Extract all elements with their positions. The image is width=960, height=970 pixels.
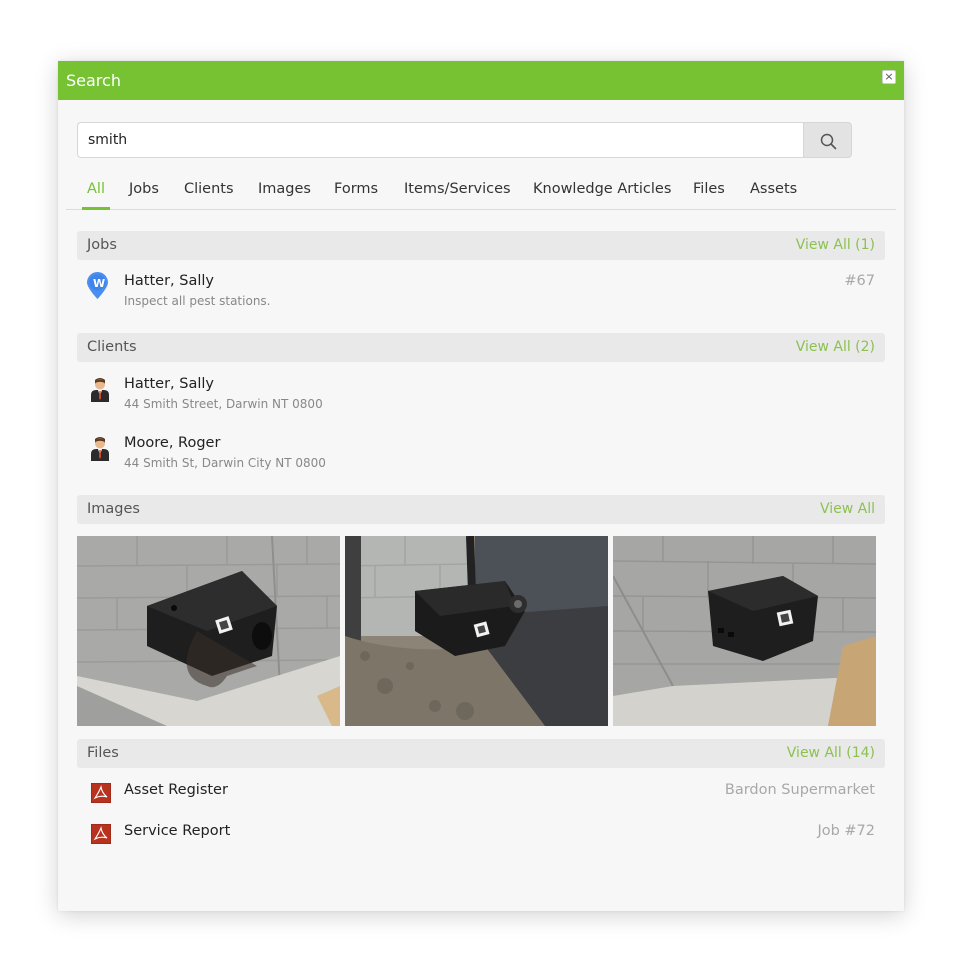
- job-client-name: Hatter, Sally: [124, 273, 214, 289]
- client-result-row[interactable]: Hatter, Sally 44 Smith Street, Darwin NT…: [77, 376, 885, 412]
- tab-jobs[interactable]: Jobs: [129, 181, 159, 197]
- images-section-title: Images: [87, 501, 140, 517]
- image-thumbnail[interactable]: [77, 536, 340, 726]
- pdf-icon: [91, 783, 111, 803]
- pdf-icon: [91, 824, 111, 844]
- file-result-row[interactable]: Service Report Job #72: [77, 823, 885, 845]
- search-dialog: Search × All Jobs Clients Images Forms I…: [58, 61, 904, 911]
- jobs-section-title: Jobs: [87, 237, 117, 253]
- tab-images[interactable]: Images: [258, 181, 311, 197]
- files-view-all-link[interactable]: View All (14): [787, 745, 875, 761]
- client-name: Hatter, Sally: [124, 376, 214, 392]
- tab-files[interactable]: Files: [693, 181, 725, 197]
- result-tabs: All Jobs Clients Images Forms Items/Serv…: [66, 176, 896, 210]
- images-view-all-link[interactable]: View All: [820, 501, 875, 517]
- client-result-row[interactable]: Moore, Roger 44 Smith St, Darwin City NT…: [77, 435, 885, 471]
- search-input[interactable]: [77, 122, 804, 158]
- tab-items-services[interactable]: Items/Services: [404, 181, 511, 197]
- clients-view-all-link[interactable]: View All (2): [796, 339, 875, 355]
- search-button[interactable]: [803, 122, 852, 158]
- bait-station-photo: [613, 536, 876, 726]
- client-address: 44 Smith Street, Darwin NT 0800: [124, 397, 323, 411]
- close-button[interactable]: ×: [882, 70, 896, 84]
- job-number: #67: [844, 273, 875, 289]
- image-thumbnail[interactable]: [613, 536, 876, 726]
- client-address: 44 Smith St, Darwin City NT 0800: [124, 456, 326, 470]
- files-section-header: Files View All (14): [77, 739, 885, 768]
- images-section-header: Images View All: [77, 495, 885, 524]
- file-context: Bardon Supermarket: [724, 782, 875, 798]
- dialog-title: Search: [66, 71, 121, 90]
- file-context: Job #72: [817, 823, 875, 839]
- person-icon: [91, 437, 109, 461]
- tab-knowledge-articles[interactable]: Knowledge Articles: [533, 181, 671, 197]
- clients-section-title: Clients: [87, 339, 137, 355]
- image-thumbnail[interactable]: [345, 536, 608, 726]
- active-tab-indicator: [82, 207, 110, 210]
- file-name: Asset Register: [124, 782, 228, 798]
- jobs-view-all-link[interactable]: View All (1): [796, 237, 875, 253]
- close-icon: ×: [884, 70, 894, 83]
- tab-all[interactable]: All: [87, 181, 105, 197]
- files-section-title: Files: [87, 745, 119, 761]
- tab-forms[interactable]: Forms: [334, 181, 378, 197]
- clients-section-header: Clients View All (2): [77, 333, 885, 362]
- job-result-row[interactable]: W Hatter, Sally Inspect all pest station…: [77, 272, 885, 309]
- file-name: Service Report: [124, 823, 231, 839]
- map-pin-letter: W: [93, 277, 106, 290]
- bait-station-photo: [345, 536, 608, 726]
- dialog-titlebar: Search ×: [58, 61, 904, 100]
- job-description: Inspect all pest stations.: [124, 294, 271, 308]
- file-result-row[interactable]: Asset Register Bardon Supermarket: [77, 782, 885, 804]
- jobs-section-header: Jobs View All (1): [77, 231, 885, 260]
- person-icon: [91, 378, 109, 402]
- bait-station-photo: [77, 536, 340, 726]
- tab-assets[interactable]: Assets: [750, 181, 797, 197]
- tab-clients[interactable]: Clients: [184, 181, 234, 197]
- client-name: Moore, Roger: [124, 435, 221, 451]
- search-icon: [820, 133, 837, 150]
